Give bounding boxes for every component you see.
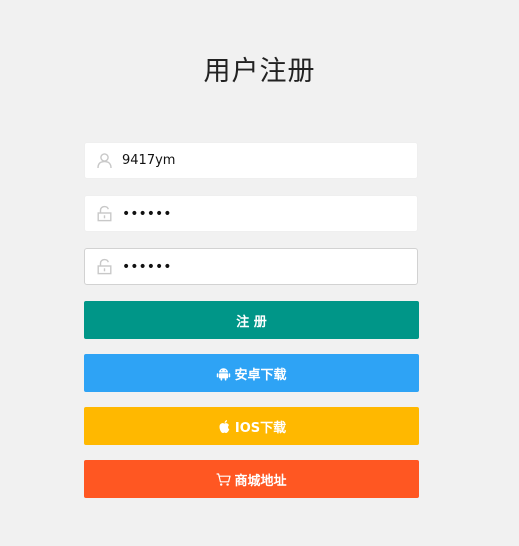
username-field[interactable]	[84, 142, 418, 179]
lock-icon	[96, 258, 113, 275]
confirm-password-field[interactable]	[84, 248, 418, 285]
password-field[interactable]	[84, 195, 418, 232]
android-download-label: 安卓下载	[234, 367, 287, 383]
apple-icon	[217, 419, 232, 434]
user-icon	[96, 152, 113, 169]
register-button-label: 注 册	[236, 314, 267, 330]
android-download-button[interactable]: 安卓下载	[84, 354, 419, 392]
username-input[interactable]	[122, 143, 407, 178]
ios-download-label: IOS下载	[234, 420, 287, 436]
shop-address-button[interactable]: 商城地址	[84, 460, 419, 498]
page-title: 用户注册	[203, 56, 316, 87]
lock-icon	[96, 205, 113, 222]
shop-address-label: 商城地址	[234, 473, 287, 489]
cart-icon	[216, 472, 232, 487]
ios-download-button[interactable]: IOS下载	[84, 407, 419, 445]
android-icon	[216, 366, 231, 381]
password-input[interactable]	[122, 196, 407, 231]
confirm-password-input[interactable]	[122, 249, 407, 284]
register-button[interactable]: 注 册	[84, 301, 419, 339]
